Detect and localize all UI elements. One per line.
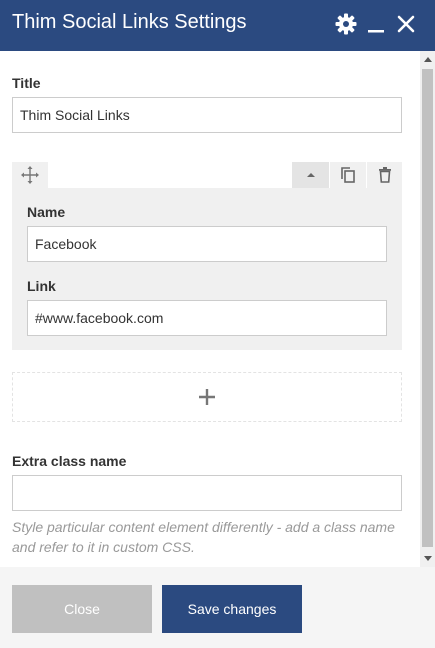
scroll-down-icon[interactable]: [424, 556, 432, 561]
title-field[interactable]: Thim Social Links: [12, 97, 402, 133]
add-item-button[interactable]: [12, 372, 402, 422]
delete-icon: [378, 167, 391, 183]
scrollbar-thumb[interactable]: [422, 69, 433, 547]
gear-icon[interactable]: [334, 12, 358, 36]
collapse-button[interactable]: [292, 162, 329, 188]
name-label: Name: [27, 204, 66, 220]
dialog-footer: Close Save changes: [0, 567, 435, 648]
scrollbar[interactable]: [420, 51, 435, 567]
duplicate-button[interactable]: [329, 162, 366, 188]
name-field[interactable]: Facebook: [27, 226, 387, 262]
title-label: Title: [12, 75, 41, 91]
duplicate-icon: [341, 167, 355, 183]
extra-class-label: Extra class name: [12, 453, 127, 469]
delete-button[interactable]: [366, 162, 402, 188]
move-icon: [21, 166, 39, 184]
minimize-icon[interactable]: [364, 12, 388, 36]
plus-icon: [199, 389, 215, 405]
extra-class-help: Style particular content element differe…: [12, 519, 395, 555]
extra-class-field[interactable]: [12, 475, 402, 511]
dialog-header: Thim Social Links Settings: [0, 0, 435, 51]
settings-panel: Title Thim Social Links Name Facebook Li…: [0, 51, 420, 567]
save-changes-button[interactable]: Save changes: [162, 585, 302, 633]
link-label: Link: [27, 278, 56, 294]
close-icon[interactable]: [394, 12, 418, 36]
close-button[interactable]: Close: [12, 585, 152, 633]
collapse-icon: [306, 173, 315, 177]
item-toolbar: [292, 162, 402, 188]
scroll-up-icon[interactable]: [424, 57, 432, 62]
link-field[interactable]: #www.facebook.com: [27, 300, 387, 336]
drag-handle[interactable]: [12, 162, 48, 188]
dialog-title: Thim Social Links Settings: [12, 11, 247, 33]
